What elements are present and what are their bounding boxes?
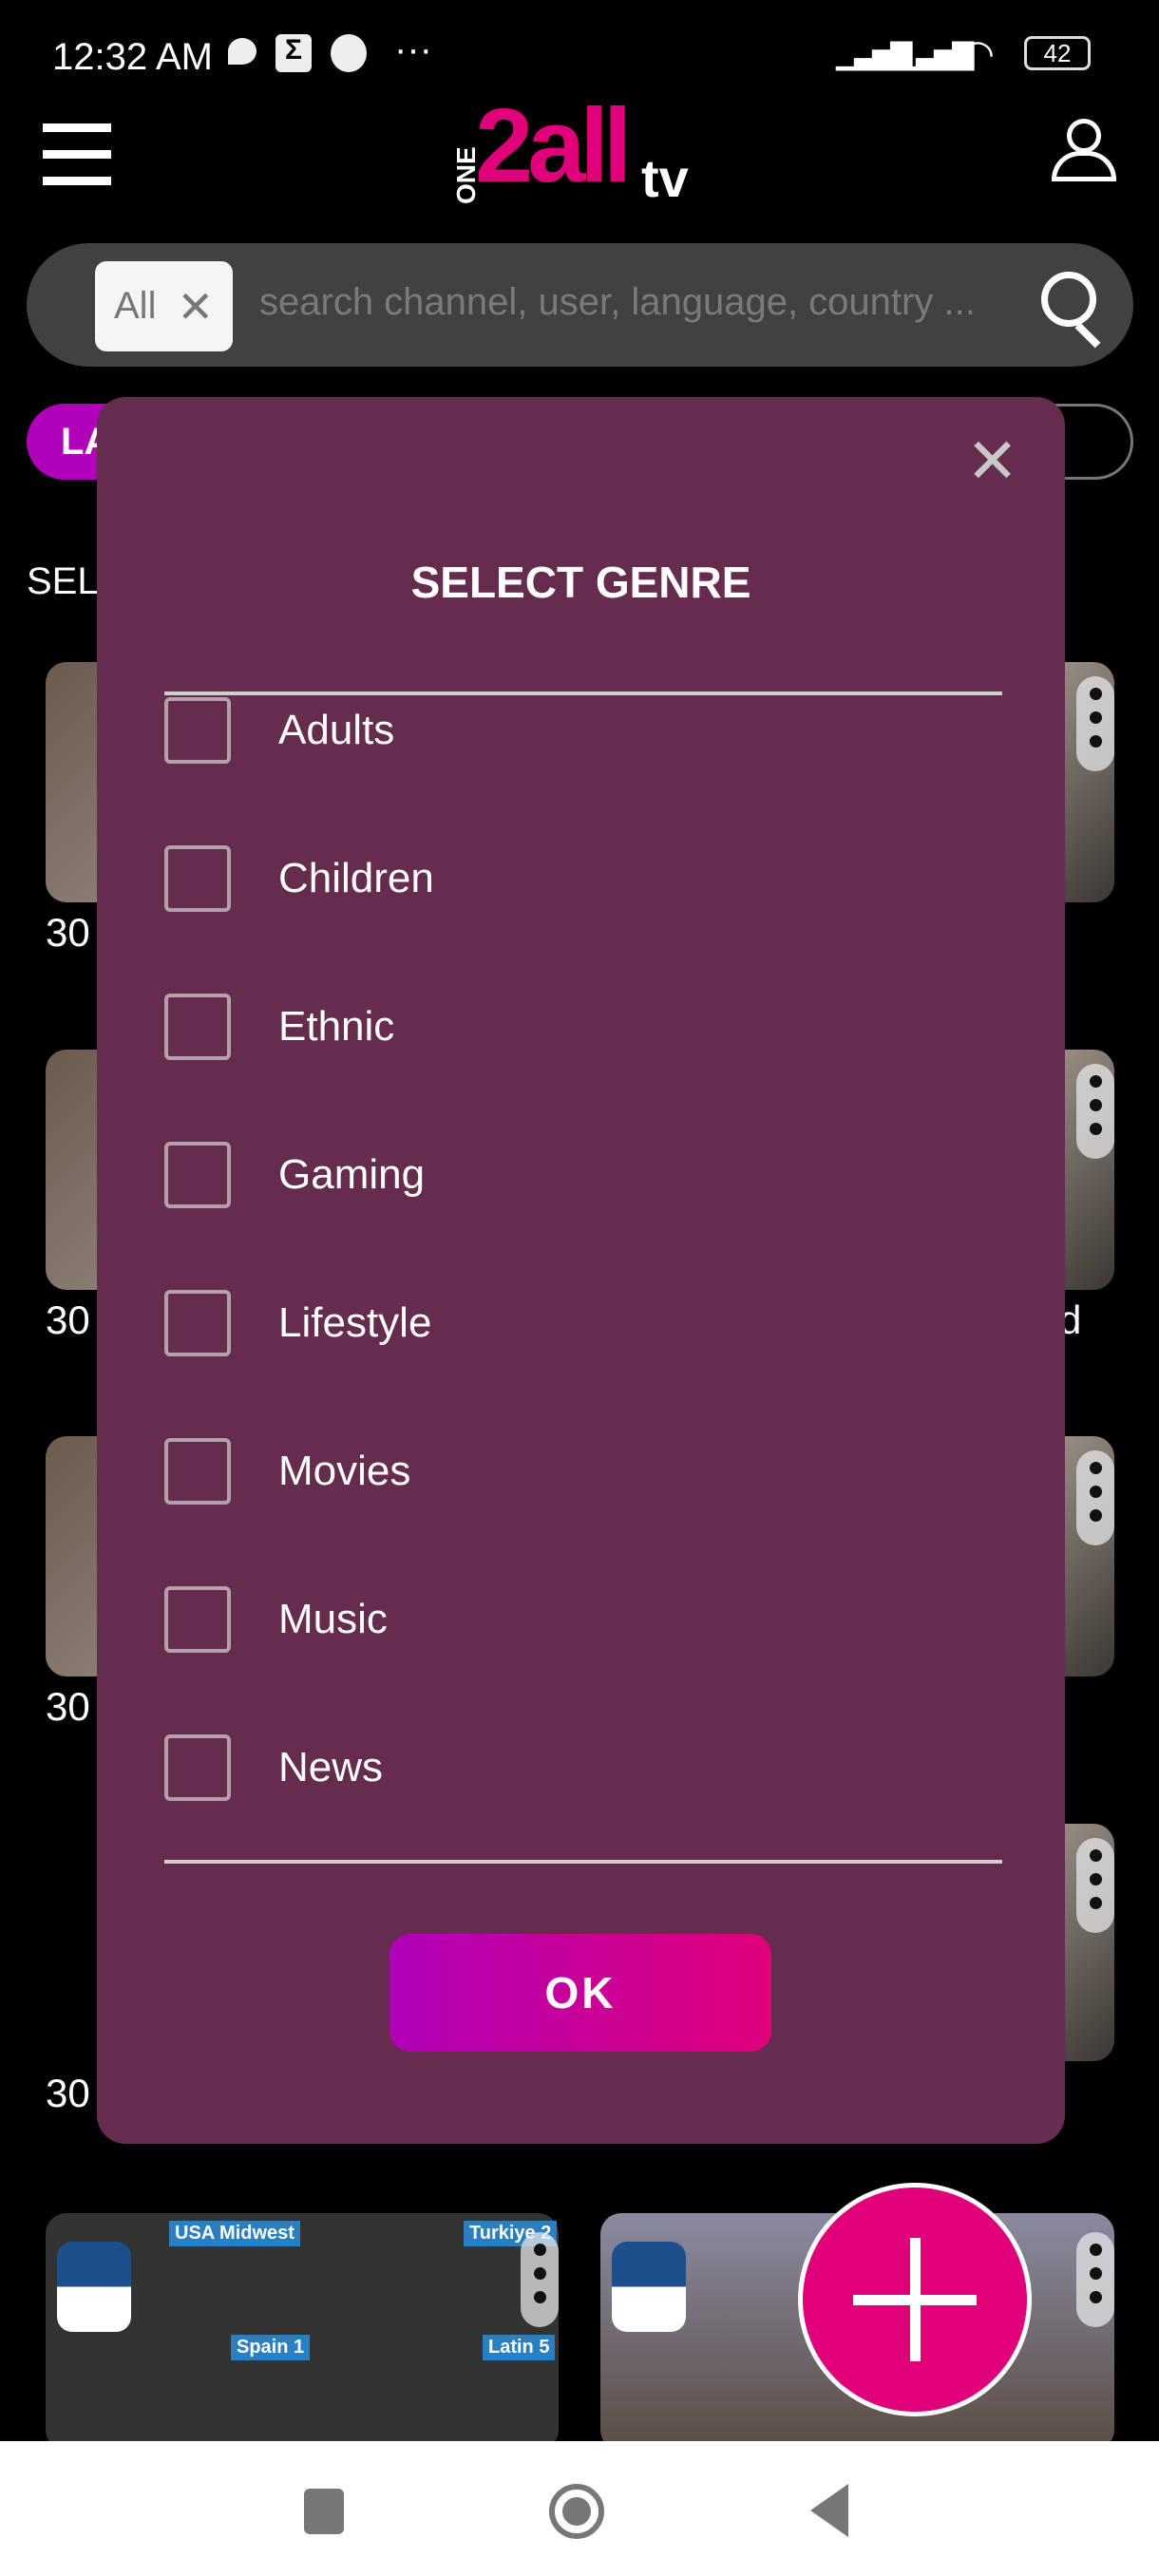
genre-list[interactable]: Adults Children Ethnic Gaming Lifestyle … xyxy=(164,697,1002,1860)
sigma-icon: Σ xyxy=(276,34,312,72)
tree-logo-icon xyxy=(57,2242,131,2332)
search-bar[interactable]: All ✕ search channel, user, language, co… xyxy=(27,243,1133,367)
close-icon[interactable]: ✕ xyxy=(177,281,214,332)
home-button[interactable] xyxy=(549,2484,604,2539)
users-icon[interactable] xyxy=(1050,119,1118,181)
chat-icon xyxy=(228,38,256,65)
genre-option-children[interactable]: Children xyxy=(164,845,1002,994)
recents-button[interactable] xyxy=(304,2489,344,2534)
divider xyxy=(164,1860,1002,1864)
dialog-title: SELECT GENRE xyxy=(410,558,751,607)
close-button[interactable]: ✕ xyxy=(966,429,1018,492)
filter-chip-all[interactable]: All ✕ xyxy=(95,261,233,351)
checkbox[interactable] xyxy=(164,1290,231,1356)
search-input[interactable]: search channel, user, language, country … xyxy=(259,281,976,324)
select-genre-dialog: ✕ SELECT GENRE Adults Children Ethnic Ga… xyxy=(97,397,1065,2144)
logo: ONE 2all tv xyxy=(451,87,689,208)
checkbox[interactable] xyxy=(164,845,231,912)
genre-option-adults[interactable]: Adults xyxy=(164,697,1002,845)
status-time: 12:32 AM xyxy=(52,36,214,78)
signal-icon-2: ▁▃▅▇ xyxy=(898,39,974,70)
circle-icon xyxy=(331,34,367,72)
channel-card[interactable]: USA Midwest Turkiye 2 Spain 1 Latin 5 xyxy=(46,2213,559,2451)
genre-option-movies[interactable]: Movies xyxy=(164,1438,1002,1586)
menu-button[interactable] xyxy=(43,123,111,203)
search-icon[interactable] xyxy=(1041,272,1096,327)
divider xyxy=(164,691,1002,695)
checkbox[interactable] xyxy=(164,1438,231,1505)
genre-option-news[interactable]: News xyxy=(164,1734,1002,1860)
status-bar: 12:32 AM Σ ··· ▁▃▅▇ ▁▃▅▇ ◠ 42 xyxy=(0,28,1159,85)
battery-icon: 42 xyxy=(1024,36,1091,70)
checkbox[interactable] xyxy=(164,697,231,764)
checkbox[interactable] xyxy=(164,1142,231,1208)
checkbox[interactable] xyxy=(164,1586,231,1653)
navigation-bar xyxy=(0,2441,1159,2576)
genre-option-ethnic[interactable]: Ethnic xyxy=(164,994,1002,1142)
add-button[interactable] xyxy=(798,2183,1032,2416)
more-icon: ··· xyxy=(394,28,432,70)
checkbox[interactable] xyxy=(164,994,231,1060)
ok-button[interactable]: OK xyxy=(390,1934,771,2052)
genre-option-gaming[interactable]: Gaming xyxy=(164,1142,1002,1290)
genre-option-lifestyle[interactable]: Lifestyle xyxy=(164,1290,1002,1438)
section-label: SEL xyxy=(27,560,99,602)
back-button[interactable] xyxy=(810,2484,848,2537)
checkbox[interactable] xyxy=(164,1734,231,1801)
wifi-icon: ◠ xyxy=(961,33,995,75)
genre-option-music[interactable]: Music xyxy=(164,1586,1002,1734)
tree-logo-icon xyxy=(612,2242,686,2332)
